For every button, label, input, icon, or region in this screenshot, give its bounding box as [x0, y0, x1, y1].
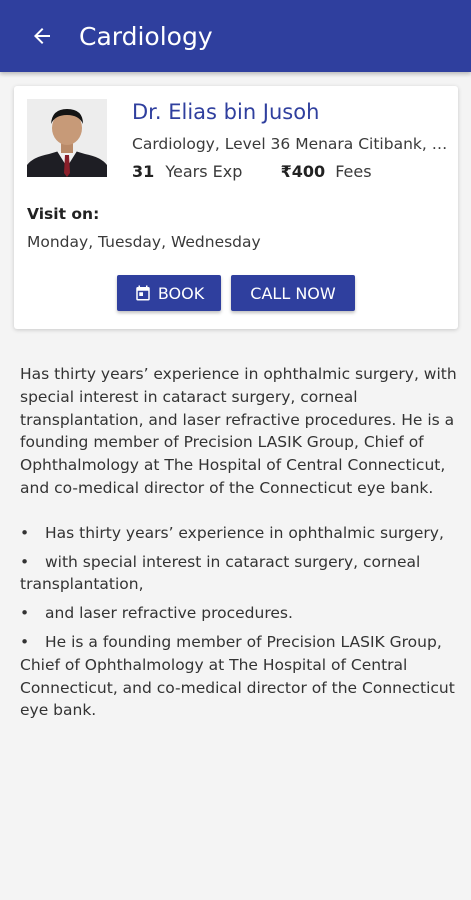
- experience-value: 31: [132, 162, 155, 181]
- arrow-left-icon: [34, 28, 50, 44]
- visit-days: Monday, Tuesday, Wednesday: [27, 233, 261, 251]
- list-item: • and laser refractive procedures.: [20, 604, 293, 623]
- call-now-button[interactable]: CALL NOW: [231, 275, 355, 311]
- call-now-button-label: CALL NOW: [250, 283, 336, 303]
- list-item-text: He is a founding member of Precision LAS…: [20, 632, 455, 720]
- book-button[interactable]: BOOK: [117, 275, 221, 311]
- list-item: • He is a founding member of Precision LA…: [20, 632, 455, 720]
- book-button-label: BOOK: [157, 283, 205, 303]
- experience-label: Years Exp: [165, 162, 243, 181]
- list-item-text: with special interest in cataract surger…: [20, 552, 421, 594]
- list-item: • Has thirty years’ experience in ophthal…: [20, 523, 444, 542]
- doctor-description: Has thirty years’ experience in ophthalm…: [20, 363, 460, 728]
- doctor-stats: 31 Years Exp ₹400 Fees: [132, 162, 372, 181]
- doctor-name: Dr. Elias bin Jusoh: [132, 100, 320, 124]
- list-item: • with special interest in cataract surge…: [20, 552, 421, 594]
- list-item-text: and laser refractive procedures.: [45, 604, 293, 623]
- visit-label: Visit on:: [27, 205, 100, 223]
- page-title: Cardiology: [79, 21, 213, 51]
- calendar-icon: [134, 284, 152, 302]
- fees-value: ₹400: [280, 162, 326, 181]
- doctor-card: Dr. Elias bin Jusoh Cardiology, Level 36…: [14, 86, 458, 329]
- back-button[interactable]: [27, 21, 57, 51]
- list-item-text: Has thirty years’ experience in ophthalm…: [45, 523, 444, 542]
- description-bullets: • Has thirty years’ experience in ophthal…: [20, 522, 460, 722]
- app-bar: Cardiology: [0, 0, 471, 72]
- fees-label: Fees: [335, 162, 372, 181]
- doctor-address: Cardiology, Level 36 Menara Citibank, Ja…: [132, 135, 450, 153]
- doctor-photo: [27, 99, 107, 177]
- description-paragraph: Has thirty years’ experience in ophthalm…: [20, 365, 457, 497]
